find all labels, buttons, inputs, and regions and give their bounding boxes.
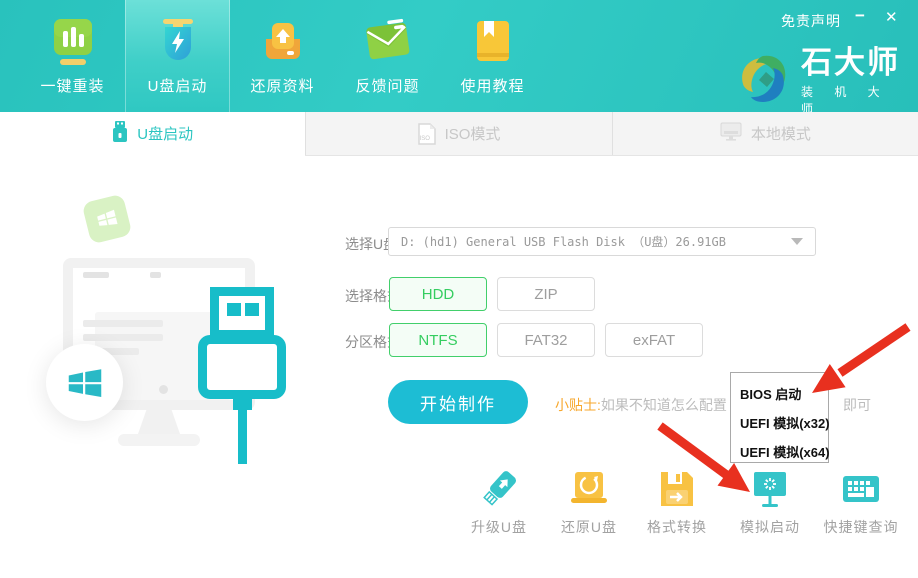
popup-item-bios[interactable]: BIOS 启动 bbox=[740, 379, 828, 408]
nav-item-feedback[interactable]: 反馈问题 bbox=[335, 0, 440, 112]
nav-item-usb-boot[interactable]: U盘启动 bbox=[125, 0, 230, 112]
usb-plug-illustration bbox=[210, 287, 274, 339]
minimize-button[interactable]: − bbox=[855, 6, 865, 26]
swirl-leaf-logo-icon bbox=[735, 50, 791, 113]
main-nav: 一键重装 U盘启动 bbox=[20, 0, 545, 112]
tab-usb-boot[interactable]: U盘启动 bbox=[0, 112, 305, 156]
brand-text: 石大师 装 机 大 师 bbox=[801, 46, 918, 117]
hotkey-query-icon bbox=[839, 468, 883, 510]
mode-tabs: U盘启动 ISO ISO模式 本地模式 bbox=[0, 112, 918, 156]
tip-prefix: 小贴士: bbox=[555, 397, 601, 413]
nav-item-restore-data[interactable]: 还原资料 bbox=[230, 0, 335, 112]
popup-item-uefi-x64[interactable]: UEFI 模拟(x64) bbox=[740, 437, 828, 466]
partition-option-fat32[interactable]: FAT32 bbox=[497, 323, 595, 357]
tab-local-mode[interactable]: 本地模式 bbox=[612, 112, 918, 155]
windows-tile-icon bbox=[82, 194, 133, 245]
iso-file-icon: ISO bbox=[418, 123, 436, 145]
monitor-text-line bbox=[83, 320, 163, 327]
tutorial-book-icon bbox=[469, 17, 517, 67]
monitor-stand bbox=[138, 410, 180, 434]
tip-text: 小贴士:如果不知道怎么配置 bbox=[555, 395, 727, 415]
content-area: 选择U盘: D: (hd1) General USB Flash Disk （U… bbox=[0, 156, 918, 578]
tip-suffix: 即可 bbox=[843, 395, 871, 415]
tab-label: 本地模式 bbox=[751, 123, 811, 144]
tab-label: ISO模式 bbox=[445, 123, 501, 144]
tool-hotkey-query[interactable]: 快捷键查询 bbox=[806, 468, 916, 537]
popup-item-uefi-x32[interactable]: UEFI 模拟(x32) bbox=[740, 408, 828, 437]
usb-plug-body bbox=[198, 335, 286, 399]
app-window: 一键重装 U盘启动 bbox=[0, 0, 918, 578]
nav-item-tutorial[interactable]: 使用教程 bbox=[440, 0, 545, 112]
tab-iso-mode[interactable]: ISO ISO模式 bbox=[305, 112, 611, 155]
nav-label: 一键重装 bbox=[40, 75, 104, 96]
partition-option-exfat[interactable]: exFAT bbox=[605, 323, 703, 357]
usb-plug-pin bbox=[245, 303, 259, 316]
restore-data-icon bbox=[259, 17, 307, 67]
chart-reinstall-icon bbox=[49, 17, 97, 67]
nav-label: 反馈问题 bbox=[355, 75, 419, 96]
nav-label: 还原资料 bbox=[250, 75, 314, 96]
top-bar: 一键重装 U盘启动 bbox=[0, 0, 918, 112]
monitor-icon bbox=[720, 122, 742, 146]
simulate-boot-icon bbox=[748, 468, 792, 510]
brand-title: 石大师 bbox=[801, 46, 918, 80]
format-option-zip[interactable]: ZIP bbox=[497, 277, 595, 311]
monitor-detail bbox=[83, 272, 109, 278]
monitor-detail bbox=[150, 272, 161, 278]
disclaimer-link[interactable]: 免责声明 bbox=[781, 11, 841, 31]
usb-shield-icon bbox=[154, 17, 202, 67]
feedback-mail-icon bbox=[364, 17, 412, 67]
windows-logo-badge bbox=[46, 344, 123, 421]
tip-body: 如果不知道怎么配置 bbox=[601, 397, 727, 413]
close-button[interactable]: ✕ bbox=[885, 8, 898, 26]
monitor-text-line bbox=[83, 334, 163, 341]
start-make-button[interactable]: 开始制作 bbox=[388, 380, 528, 424]
partition-option-ntfs[interactable]: NTFS bbox=[389, 323, 487, 357]
usb-drive-icon bbox=[112, 121, 128, 147]
chevron-down-icon bbox=[791, 238, 803, 245]
tab-label: U盘启动 bbox=[137, 123, 193, 144]
nav-label: U盘启动 bbox=[148, 75, 208, 96]
format-convert-icon bbox=[655, 468, 699, 510]
usb-select-value: D: (hd1) General USB Flash Disk （U盘）26.9… bbox=[401, 233, 791, 250]
tool-label: 快捷键查询 bbox=[824, 517, 899, 537]
usb-cable bbox=[238, 408, 247, 464]
nav-item-reinstall[interactable]: 一键重装 bbox=[20, 0, 125, 112]
monitor-detail bbox=[159, 385, 168, 394]
iso-file-icon-text: ISO bbox=[420, 136, 430, 142]
nav-label: 使用教程 bbox=[460, 75, 524, 96]
usb-select-dropdown[interactable]: D: (hd1) General USB Flash Disk （U盘）26.9… bbox=[388, 227, 816, 256]
tool-label: 升级U盘 bbox=[471, 517, 527, 537]
monitor-stand-base bbox=[118, 434, 200, 446]
restore-usb-icon bbox=[567, 468, 611, 510]
tool-label: 模拟启动 bbox=[740, 517, 800, 537]
brand-logo: 石大师 装 机 大 师 bbox=[735, 46, 918, 117]
tool-label: 格式转换 bbox=[647, 517, 707, 537]
usb-plug-pin bbox=[227, 303, 241, 316]
tool-label: 还原U盘 bbox=[561, 517, 617, 537]
format-option-hdd[interactable]: HDD bbox=[389, 277, 487, 311]
upgrade-usb-icon bbox=[477, 468, 521, 510]
boot-mode-popup: BIOS 启动 UEFI 模拟(x32) UEFI 模拟(x64) bbox=[730, 372, 829, 463]
